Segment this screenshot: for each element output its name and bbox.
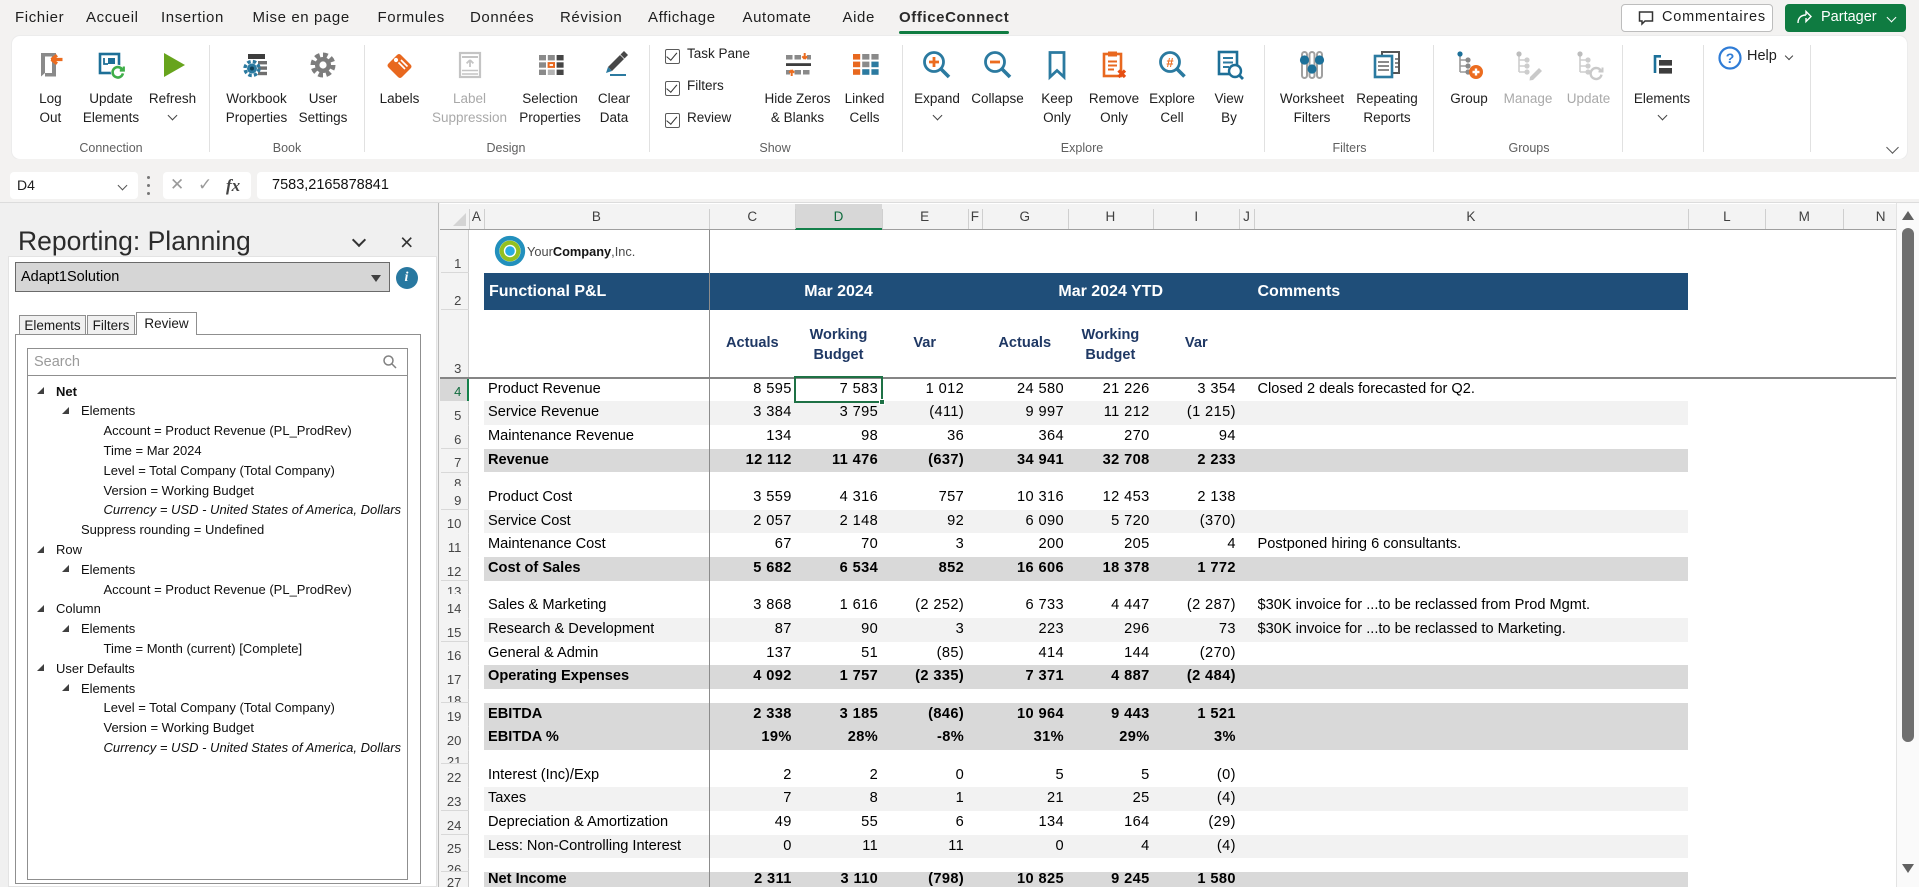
svg-text:#: # [1166,55,1174,70]
svg-text:?: ? [1726,50,1735,66]
